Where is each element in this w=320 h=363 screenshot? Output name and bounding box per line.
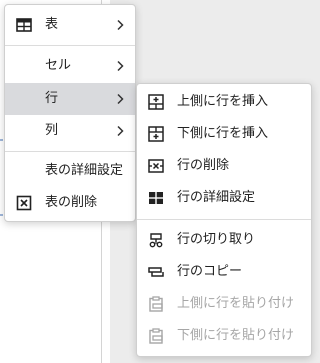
submenu-item-copy-row[interactable]: 行のコピー [137,256,311,288]
menu-item-table-properties[interactable]: 表の詳細設定 [5,155,135,187]
menu-item-table[interactable]: 表 [5,9,135,41]
submenu-item-label: 上側に行を挿入 [177,94,269,109]
menu-item-label: 列 [45,123,59,138]
menu-divider [5,151,135,152]
menu-item-cell[interactable]: セル [5,50,135,82]
submenu-item-label: 行の詳細設定 [177,190,256,205]
insert-row-below-icon [148,126,164,142]
copy-icon [148,267,164,277]
chevron-right-icon [117,60,124,72]
submenu-item-row-properties[interactable]: 行の詳細設定 [137,182,311,214]
submenu-item-cut-row[interactable]: 行の切り取り [137,224,311,256]
submenu-item-label: 行の切り取り [177,232,256,247]
submenu-item-paste-row-above[interactable]: 上側に行を貼り付け [137,288,311,320]
row-submenu: 上側に行を挿入 下側に行を挿入 行の削除 行の詳細設定 行の切り取り 行のコピー… [136,83,312,357]
menu-item-label: 表の詳細設定 [45,163,124,178]
chevron-right-icon [117,93,124,105]
selection-marker [0,139,3,141]
cut-icon [149,233,163,248]
menu-divider [137,219,311,220]
menu-item-label: セル [45,58,72,73]
menu-item-label: 表 [45,17,59,32]
selection-marker [0,214,3,216]
menu-item-label: 行 [45,91,59,106]
menu-item-delete-table[interactable]: 表の削除 [5,187,135,219]
row-properties-icon [149,192,163,204]
submenu-item-insert-row-above[interactable]: 上側に行を挿入 [137,86,311,118]
insert-row-above-icon [148,94,164,110]
paste-icon [149,296,163,312]
submenu-item-label: 行のコピー [177,264,243,279]
submenu-item-label: 行の削除 [177,158,230,173]
menu-divider [5,45,135,46]
menu-item-row[interactable]: 行 [5,83,135,115]
table-icon [16,18,32,32]
submenu-item-label: 下側に行を挿入 [177,126,269,141]
table-context-menu: 表 セル 行 列 表の詳細設定 表の削除 [4,4,136,222]
submenu-item-label: 上側に行を貼り付け [177,296,295,311]
delete-table-icon [16,195,32,211]
submenu-item-insert-row-below[interactable]: 下側に行を挿入 [137,118,311,150]
submenu-item-label: 下側に行を貼り付け [177,328,295,343]
submenu-item-paste-row-below[interactable]: 下側に行を貼り付け [137,320,311,352]
menu-item-label: 表の削除 [45,195,98,210]
chevron-right-icon [117,19,124,31]
delete-row-icon [148,159,164,173]
chevron-right-icon [117,125,124,137]
paste-icon [149,328,163,344]
submenu-item-delete-row[interactable]: 行の削除 [137,150,311,182]
menu-item-column[interactable]: 列 [5,115,135,147]
